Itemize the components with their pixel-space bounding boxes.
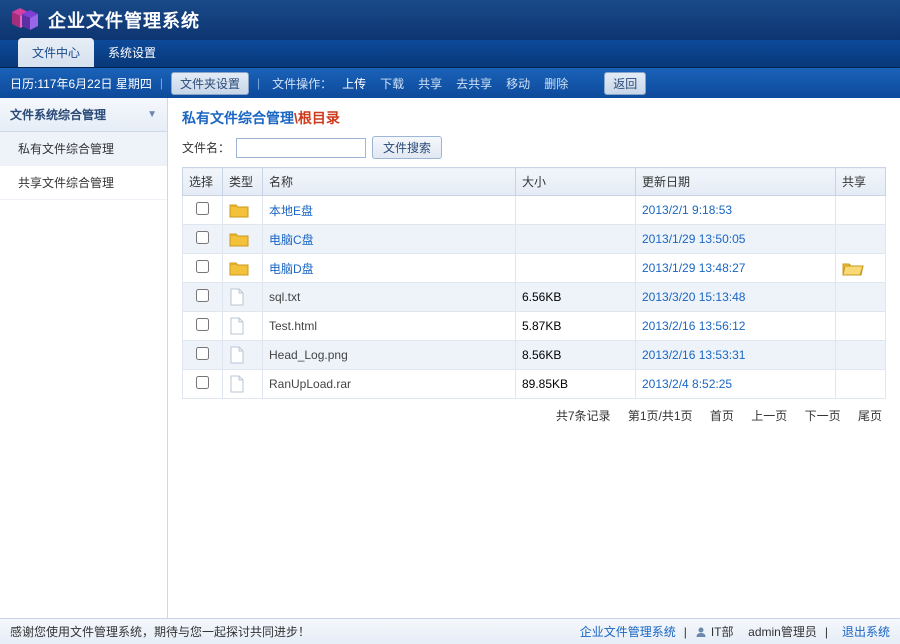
- sidebar: 文件系统综合管理 ▼ 私有文件综合管理 共享文件综合管理: [0, 98, 168, 618]
- table-row: 电脑C盘 2013/1/29 13:50:05: [183, 225, 886, 254]
- table-row: Head_Log.png 8.56KB 2013/2/16 13:53:31: [183, 341, 886, 370]
- file-name[interactable]: 电脑D盘: [269, 262, 314, 276]
- pager-next[interactable]: 下一页: [805, 409, 841, 423]
- app-header: 企业文件管理系统: [0, 0, 900, 40]
- folder-icon: [229, 259, 256, 277]
- pager-last[interactable]: 尾页: [858, 409, 882, 423]
- action-delete[interactable]: 删除: [540, 75, 572, 92]
- app-title: 企业文件管理系统: [48, 7, 200, 33]
- search-button[interactable]: 文件搜索: [372, 136, 442, 159]
- footer-username: admin管理员: [748, 623, 817, 640]
- breadcrumb-part1: 私有文件综合管理: [182, 110, 294, 126]
- file-size: 8.56KB: [516, 341, 636, 370]
- file-icon: [229, 288, 256, 306]
- main-area: 文件系统综合管理 ▼ 私有文件综合管理 共享文件综合管理 私有文件综合管理\根目…: [0, 98, 900, 618]
- col-select: 选择: [183, 168, 223, 196]
- file-date: 2013/1/29 13:48:27: [642, 261, 745, 275]
- sidebar-header[interactable]: 文件系统综合管理 ▼: [0, 98, 167, 132]
- file-name[interactable]: 本地E盘: [269, 204, 313, 218]
- search-row: 文件名： 文件搜索: [182, 136, 886, 159]
- file-ops-label: 文件操作：: [272, 75, 332, 92]
- table-row: 电脑D盘 2013/1/29 13:48:27: [183, 254, 886, 283]
- col-type: 类型: [223, 168, 263, 196]
- action-download[interactable]: 下载: [376, 75, 408, 92]
- folder-icon: [229, 201, 256, 219]
- sidebar-header-label: 文件系统综合管理: [10, 106, 106, 123]
- file-date: 2013/3/20 15:13:48: [642, 290, 745, 304]
- file-table: 选择 类型 名称 大小 更新日期 共享 本地E盘 2013/2/1 9:18:53…: [182, 167, 886, 399]
- pager-total: 共7条记录: [556, 409, 611, 423]
- pager: 共7条记录 第1页/共1页 首页 上一页 下一页 尾页: [182, 399, 886, 432]
- folder-settings-button[interactable]: 文件夹设置: [171, 72, 249, 95]
- tab-system-settings[interactable]: 系统设置: [94, 38, 170, 67]
- row-checkbox[interactable]: [196, 260, 209, 273]
- col-share: 共享: [836, 168, 886, 196]
- table-row: sql.txt 6.56KB 2013/3/20 15:13:48: [183, 283, 886, 312]
- action-share[interactable]: 共享: [414, 75, 446, 92]
- col-name: 名称: [263, 168, 516, 196]
- user-icon: [695, 626, 707, 638]
- file-size: 6.56KB: [516, 283, 636, 312]
- file-icon: [229, 317, 256, 335]
- file-size: 5.87KB: [516, 312, 636, 341]
- footer-sys-link[interactable]: 企业文件管理系统: [580, 623, 676, 640]
- sidebar-item-shared[interactable]: 共享文件综合管理: [0, 166, 167, 200]
- file-date: 2013/2/16 13:53:31: [642, 348, 745, 362]
- pager-prev[interactable]: 上一页: [751, 409, 787, 423]
- search-input[interactable]: [236, 138, 366, 158]
- footer-welcome: 感谢您使用文件管理系统，期待与您一起探讨共同进步！: [10, 623, 310, 640]
- chevron-down-icon: ▼: [147, 109, 157, 120]
- pager-page: 第1页/共1页: [628, 409, 693, 423]
- file-name: RanUpLoad.rar: [269, 377, 351, 391]
- col-date: 更新日期: [636, 168, 836, 196]
- row-checkbox[interactable]: [196, 318, 209, 331]
- row-checkbox[interactable]: [196, 376, 209, 389]
- table-row: Test.html 5.87KB 2013/2/16 13:56:12: [183, 312, 886, 341]
- file-date: 2013/2/1 9:18:53: [642, 203, 732, 217]
- file-name: sql.txt: [269, 290, 300, 304]
- table-row: 本地E盘 2013/2/1 9:18:53: [183, 196, 886, 225]
- folder-icon: [229, 230, 256, 248]
- file-icon: [229, 375, 256, 393]
- file-size: [516, 196, 636, 225]
- table-row: RanUpLoad.rar 89.85KB 2013/2/4 8:52:25: [183, 370, 886, 399]
- sidebar-item-private[interactable]: 私有文件综合管理: [0, 132, 167, 166]
- breadcrumb: 私有文件综合管理\根目录: [182, 108, 886, 128]
- footer-dept: IT部: [711, 623, 734, 640]
- breadcrumb-part2: 根目录: [298, 110, 340, 126]
- col-size: 大小: [516, 168, 636, 196]
- row-checkbox[interactable]: [196, 289, 209, 302]
- file-icon: [229, 346, 256, 364]
- content-area: 私有文件综合管理\根目录 文件名： 文件搜索 选择 类型 名称 大小 更新日期 …: [168, 98, 900, 618]
- search-label: 文件名：: [182, 139, 230, 156]
- row-checkbox[interactable]: [196, 202, 209, 215]
- file-name: Test.html: [269, 319, 317, 333]
- calendar-label: 日历:117年6月22日 星期四: [10, 75, 152, 92]
- row-checkbox[interactable]: [196, 231, 209, 244]
- row-checkbox[interactable]: [196, 347, 209, 360]
- file-size: 89.85KB: [516, 370, 636, 399]
- action-unshare[interactable]: 去共享: [452, 75, 496, 92]
- action-move[interactable]: 移动: [502, 75, 534, 92]
- file-size: [516, 225, 636, 254]
- logout-button[interactable]: 退出系统: [842, 623, 890, 640]
- tab-file-center[interactable]: 文件中心: [18, 38, 94, 67]
- toolbar: 日历:117年6月22日 星期四 | 文件夹设置 | 文件操作： 上传 下载 共…: [0, 68, 900, 98]
- footer: 感谢您使用文件管理系统，期待与您一起探讨共同进步！ 企业文件管理系统 | IT部…: [0, 618, 900, 644]
- share-icon: [842, 259, 879, 277]
- footer-user: IT部 admin管理员: [695, 623, 817, 640]
- file-date: 2013/2/4 8:52:25: [642, 377, 732, 391]
- main-tabbar: 文件中心 系统设置: [0, 40, 900, 68]
- action-upload[interactable]: 上传: [338, 75, 370, 92]
- file-name: Head_Log.png: [269, 348, 348, 362]
- file-name[interactable]: 电脑C盘: [269, 233, 314, 247]
- file-size: [516, 254, 636, 283]
- file-date: 2013/1/29 13:50:05: [642, 232, 745, 246]
- app-logo-icon: [8, 6, 40, 34]
- pager-first[interactable]: 首页: [710, 409, 734, 423]
- back-button[interactable]: 返回: [604, 72, 646, 95]
- file-date: 2013/2/16 13:56:12: [642, 319, 745, 333]
